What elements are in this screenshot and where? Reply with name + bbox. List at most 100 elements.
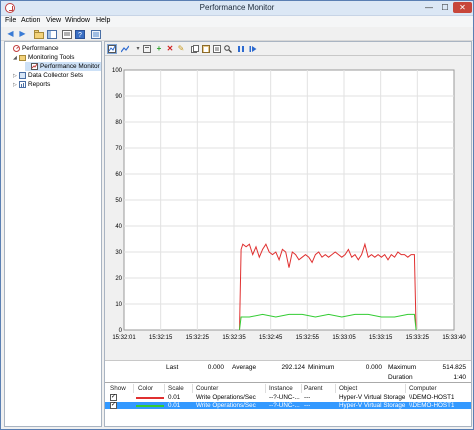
properties-icon[interactable]: [212, 44, 222, 54]
x-tick-label: 15:32:25: [186, 335, 210, 341]
average-value: 292.124: [281, 364, 306, 371]
y-tick-label: 70: [115, 146, 122, 152]
column-separator[interactable]: [265, 384, 266, 393]
show-checkbox[interactable]: ✓: [110, 394, 117, 401]
change-graph-type-icon[interactable]: [120, 44, 130, 54]
scale-cell: 0.01: [168, 394, 181, 401]
x-tick-label: 15:32:01: [112, 335, 136, 341]
duration-value: 1:40: [453, 374, 466, 381]
column-separator[interactable]: [164, 384, 165, 393]
counter-cell: Write Operations/Sec: [196, 402, 256, 409]
y-tick-label: 20: [115, 276, 122, 282]
tree-item-monitoring-tools[interactable]: ◢ Monitoring Tools: [13, 53, 101, 62]
column-header-counter[interactable]: Counter: [196, 385, 218, 393]
y-tick-label: 100: [112, 68, 123, 74]
column-separator[interactable]: [192, 384, 193, 393]
menu-window[interactable]: Window: [65, 17, 90, 24]
menu-help[interactable]: Help: [96, 17, 110, 24]
computer-cell: \\DEMO-HOST1: [409, 394, 455, 401]
column-separator[interactable]: [133, 384, 134, 393]
copy-properties-icon[interactable]: [190, 44, 200, 54]
column-header-parent[interactable]: Parent: [304, 385, 323, 393]
tree-item-performance-monitor[interactable]: Performance Monitor: [25, 62, 101, 71]
up-icon[interactable]: [33, 29, 44, 39]
object-cell: Hyper-V Virtual Storage ...: [339, 394, 405, 401]
instance-cell: --?-UNC-...: [269, 402, 300, 409]
counter-row-selected[interactable]: ✓ 0.01 Write Operations/Sec --?-UNC-... …: [105, 402, 471, 409]
add-counter-icon[interactable]: +: [154, 44, 164, 54]
paste-counter-list-icon[interactable]: [201, 44, 211, 54]
y-tick-label: 30: [115, 250, 122, 256]
show-checkbox[interactable]: ✓: [110, 402, 117, 409]
scale-cell: 0.01: [168, 402, 181, 409]
back-icon[interactable]: ◀: [5, 29, 16, 39]
counter-list: Show Color Scale Counter Instance Parent…: [105, 382, 471, 426]
menu-view[interactable]: View: [46, 17, 61, 24]
main-window: Performance Monitor — ☐ ✕ File Action Vi…: [0, 0, 474, 430]
y-tick-label: 40: [115, 224, 122, 230]
tree-item-data-collector-sets[interactable]: ▷ Data Collector Sets: [13, 71, 101, 80]
x-tick-label: 15:32:45: [259, 335, 283, 341]
x-tick-label: 15:32:55: [296, 335, 320, 341]
properties-icon[interactable]: [61, 29, 72, 39]
freeze-display-icon[interactable]: [236, 44, 246, 54]
column-header-color[interactable]: Color: [138, 385, 153, 393]
x-tick-label: 15:33:05: [332, 335, 356, 341]
tree-item-reports[interactable]: ▷ Reports: [13, 80, 101, 89]
performance-monitor-pane: ▾ + ✕ ✎ 0 10 20 30 40 50 60 70 80 90 100…: [104, 41, 472, 427]
show-hide-tree-icon[interactable]: [46, 29, 57, 39]
tree-item-label: Data Collector Sets: [28, 72, 84, 79]
column-header-show[interactable]: Show: [110, 385, 126, 393]
monitor-chart-icon: [31, 63, 38, 70]
y-tick-label: 90: [115, 94, 122, 100]
folder-icon: [19, 55, 26, 61]
last-value: 0.000: [207, 364, 224, 371]
y-tick-label: 0: [119, 328, 123, 334]
y-tick-label: 60: [115, 172, 122, 178]
forward-icon[interactable]: ▶: [17, 29, 28, 39]
highlight-icon[interactable]: ✎: [176, 44, 186, 54]
minimum-label: Minimum: [308, 364, 335, 371]
graph-toolbar: ▾ + ✕ ✎: [105, 42, 471, 56]
console-icon[interactable]: [90, 29, 101, 39]
collector-icon: [19, 72, 26, 79]
y-tick-label: 10: [115, 302, 122, 308]
main-toolbar: ◀ ▶ ?: [1, 27, 473, 41]
counter-row[interactable]: ✓ 0.01 Write Operations/Sec --?-UNC-... …: [105, 394, 471, 401]
menu-action[interactable]: Action: [21, 17, 40, 24]
menu-bar: File Action View Window Help: [1, 16, 473, 27]
delete-counter-icon[interactable]: ✕: [165, 44, 175, 54]
window-title: Performance Monitor: [199, 3, 275, 12]
help-icon[interactable]: ?: [74, 29, 85, 39]
minimize-button[interactable]: —: [422, 2, 436, 13]
column-header-instance[interactable]: Instance: [269, 385, 293, 393]
column-header-scale[interactable]: Scale: [168, 385, 184, 393]
performance-line-chart[interactable]: 0 10 20 30 40 50 60 70 80 90 100 15:32:01 15:32:15 15…: [105, 56, 471, 356]
parent-cell: ---: [304, 402, 311, 409]
x-tick-label: 15:32:15: [149, 335, 173, 341]
view-current-activity-icon[interactable]: [107, 44, 117, 54]
column-header-computer[interactable]: Computer: [409, 385, 437, 393]
column-separator[interactable]: [335, 384, 336, 393]
view-log-data-icon[interactable]: [142, 44, 152, 54]
counter-cell: Write Operations/Sec: [196, 394, 256, 401]
y-tick-label: 80: [115, 120, 122, 126]
svg-text:?: ?: [78, 32, 82, 39]
column-separator[interactable]: [301, 384, 302, 393]
column-separator[interactable]: [405, 384, 406, 393]
tree-item-performance[interactable]: Performance: [7, 44, 101, 53]
title-bar[interactable]: Performance Monitor — ☐ ✕: [1, 1, 473, 16]
color-swatch: [136, 397, 164, 399]
column-header-object[interactable]: Object: [339, 385, 357, 393]
zoom-icon[interactable]: [223, 44, 233, 54]
close-button[interactable]: ✕: [453, 2, 472, 13]
maximum-label: Maximum: [388, 364, 417, 371]
statistics-bar: Last 0.000 Average 292.124 Minimum 0.000…: [105, 360, 471, 382]
tree-item-label: Performance: [22, 45, 59, 52]
performance-icon: [13, 45, 20, 52]
maximize-button[interactable]: ☐: [438, 2, 452, 13]
report-icon: [19, 81, 26, 88]
update-data-icon[interactable]: [248, 44, 258, 54]
menu-file[interactable]: File: [5, 17, 16, 24]
x-tick-label: 15:33:25: [406, 335, 430, 341]
